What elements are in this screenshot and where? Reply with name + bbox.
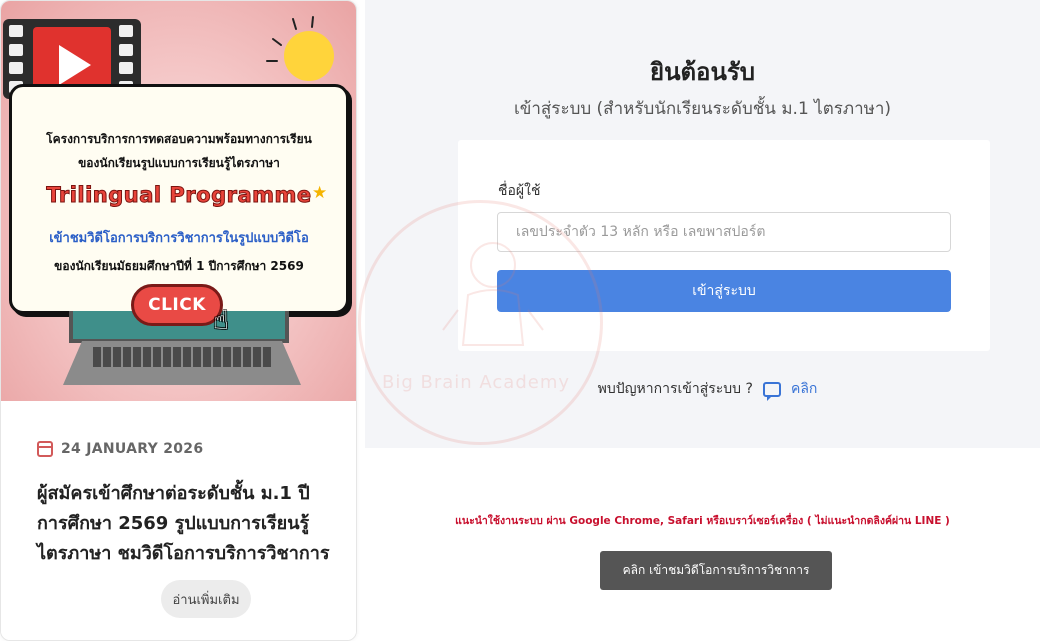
watermark-figure-icon <box>442 242 544 346</box>
watermark-text: Big Brain Academy <box>382 372 571 393</box>
read-more-button[interactable]: อ่านเพิ่มเติม <box>161 580 251 618</box>
access-video-button[interactable]: คลิก เข้าชมวิดีโอการบริการวิชาการ <box>600 551 832 590</box>
browser-recommendation: แนะนำใช้งานระบบ ผ่าน Google Chrome, Safa… <box>455 515 950 527</box>
banner-line-3: เข้าชมวิดีโอการบริการวิชาการในรูปแบบวิดี… <box>49 231 309 246</box>
login-help-link[interactable]: คลิก <box>791 378 817 400</box>
welcome-heading: ยินต้อนรับ <box>650 58 755 86</box>
chat-icon[interactable] <box>762 381 781 401</box>
post-date-row: 24 JANUARY 2026 <box>37 441 203 457</box>
keyboard-illustration <box>93 347 271 367</box>
banner-click-button[interactable]: CLICK <box>131 284 223 326</box>
star-icon: ★ <box>312 183 328 203</box>
banner-line-2: ของนักเรียนรูปแบบการเรียนรู้ไตรภาษา <box>78 156 280 170</box>
page-root: โครงการบริการการทดสอบความพร้อมทางการเรีย… <box>0 0 1040 641</box>
banner-line-4: ของนักเรียนมัธยมศึกษาปีที่ 1 ปีการศึกษา … <box>54 259 304 273</box>
news-card-body: 24 JANUARY 2026 ผู้สมัครเข้าศึกษาต่อระดั… <box>1 401 356 640</box>
login-subtitle: เข้าสู่ระบบ (สำหรับนักเรียนระดับชั้น ม.1… <box>513 99 892 119</box>
banner-notice-box: โครงการบริการการทดสอบความพร้อมทางการเรีย… <box>9 84 349 314</box>
banner-line-1: โครงการบริการการทดสอบความพร้อมทางการเรีย… <box>46 132 312 146</box>
play-icon <box>59 45 91 85</box>
news-card[interactable]: โครงการบริการการทดสอบความพร้อมทางการเรีย… <box>0 0 357 641</box>
login-help-text: พบปัญหาการเข้าสู่ระบบ ? <box>597 381 753 397</box>
pointer-hand-icon: ☝ <box>213 306 229 336</box>
banner-image[interactable]: โครงการบริการการทดสอบความพร้อมทางการเรีย… <box>1 1 356 401</box>
calendar-icon <box>37 441 53 457</box>
post-title[interactable]: ผู้สมัครเข้าศึกษาต่อระดับชั้น ม.1 ปีการศ… <box>37 479 337 569</box>
username-label: ชื่อผู้ใช้ <box>498 183 541 199</box>
programme-title: Trilingual Programme <box>46 183 312 208</box>
post-date: 24 JANUARY 2026 <box>61 441 204 457</box>
